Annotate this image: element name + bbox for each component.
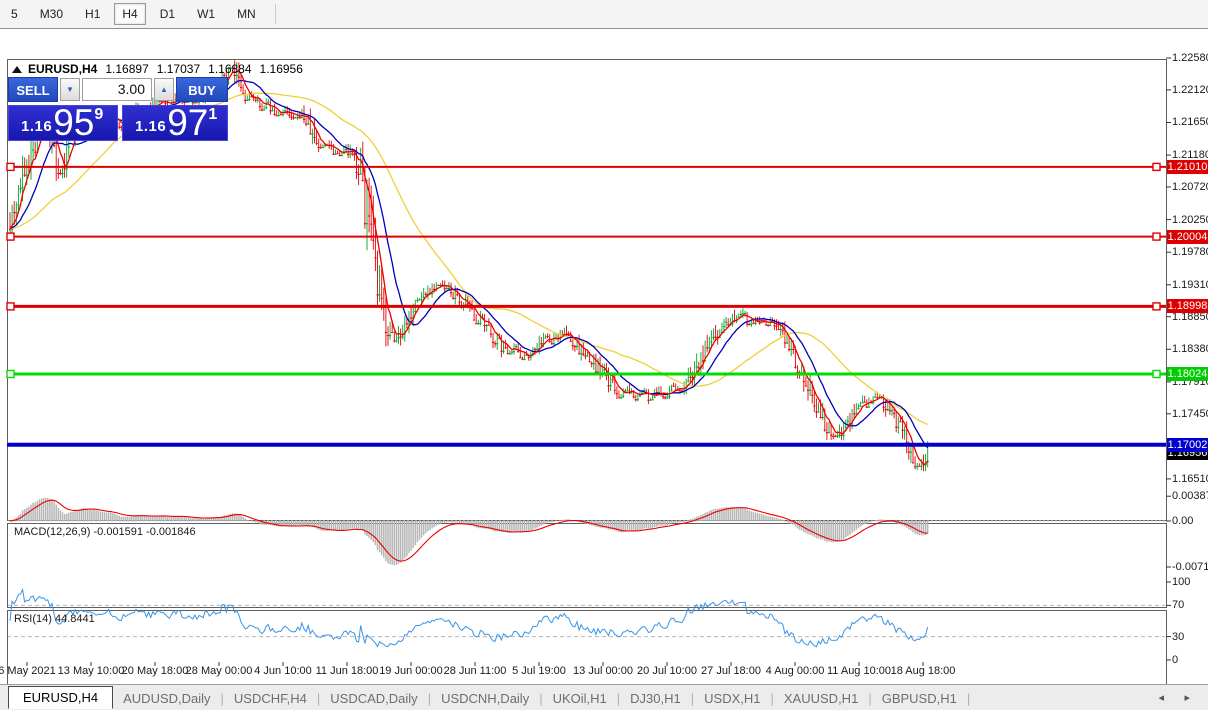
chart-tab-dj30[interactable]: DJ30,H1 <box>620 691 691 706</box>
ask-pip-digit: 1 <box>208 106 218 123</box>
time-axis-label: 5 Jul 19:00 <box>512 665 566 677</box>
time-axis-label: 27 Jul 18:00 <box>701 665 761 677</box>
chart-window[interactable]: EURUSD,H4 1.16897 1.17037 1.16884 1.1695… <box>0 28 1208 710</box>
time-axis-label: 28 Jun 11:00 <box>443 665 507 677</box>
collapse-icon[interactable] <box>12 65 22 73</box>
mt4-terminal: 5 M30 H1 H4 D1 W1 MN EURUSD,H4 1.16897 1.17037… <box>0 0 1208 710</box>
rsi-axis-tick: 30 <box>1172 631 1185 643</box>
chart-tab-bar: EURUSD,H4 AUDUSD,Daily | USDCHF,H4 | USDCAD,D… <box>0 684 1208 710</box>
bid-price-panel[interactable]: 1.16 95 9 <box>8 102 118 143</box>
time-axis-label: 11 Jun 18:00 <box>315 665 379 677</box>
hline-price-label: 1.18998 <box>1167 299 1208 313</box>
quote-high: 1.17037 <box>156 62 201 76</box>
timeframe-button-h4[interactable]: H4 <box>114 3 146 25</box>
price-axis-tick: 1.16510 <box>1172 473 1208 485</box>
chart-tab-usdx[interactable]: USDX,H1 <box>694 691 770 706</box>
chart-tab-usdchf[interactable]: USDCHF,H4 <box>224 691 317 706</box>
macd-label: MACD(12,26,9) -0.001591 -0.001846 <box>14 526 196 538</box>
price-axis-tick: 1.22120 <box>1172 84 1208 96</box>
price-axis-tick: 1.19780 <box>1172 246 1208 258</box>
time-axis-label: 4 Jun 10:00 <box>254 665 312 677</box>
rsi-axis-tick: 100 <box>1172 576 1191 588</box>
price-axis-tick: 1.21650 <box>1172 116 1208 128</box>
toolbar-separator <box>274 4 276 24</box>
volume-input[interactable]: 3.00 <box>82 78 152 101</box>
timeframe-button-m30[interactable]: M30 <box>32 3 71 25</box>
chart-symbol: EURUSD,H4 <box>28 62 98 76</box>
quote-low: 1.16884 <box>208 62 252 76</box>
macd-axis-tick: 0.003873 <box>1172 490 1208 502</box>
quote-close: 1.16956 <box>259 62 303 76</box>
timeframe-button-mn[interactable]: MN <box>229 3 264 25</box>
time-axis-label: 13 Jul 00:00 <box>573 665 633 677</box>
price-axis-tick: 1.20720 <box>1172 181 1208 193</box>
rsi-label: RSI(14) 44.8441 <box>14 613 95 625</box>
price-axis-tick: 1.17450 <box>1172 408 1208 420</box>
volume-increase-button[interactable]: ▲ <box>154 78 174 101</box>
time-axis-label: 4 Aug 00:00 <box>765 665 825 677</box>
rsi-value: 44.8441 <box>54 613 95 625</box>
quote-open: 1.16897 <box>105 62 149 76</box>
hline-price-label: 1.17002 <box>1167 438 1208 452</box>
timeframe-button-w1[interactable]: W1 <box>189 3 223 25</box>
hline-price-label: 1.18024 <box>1167 367 1208 381</box>
tab-scroll-left-icon[interactable]: ◂ <box>1158 691 1164 704</box>
price-axis-tick: 1.20250 <box>1172 214 1208 226</box>
chart-tab-ukoil[interactable]: UKOil,H1 <box>543 691 617 706</box>
time-axis-label: 6 May 2021 <box>0 665 56 677</box>
timeframe-button-d1[interactable]: D1 <box>152 3 183 25</box>
price-axis-tick: 1.18380 <box>1172 343 1208 355</box>
time-axis-label: 11 Aug 10:00 <box>826 665 892 677</box>
rsi-axis-tick: 70 <box>1172 599 1185 611</box>
tab-separator: | <box>966 690 971 706</box>
macd-value-main: -0.001591 <box>93 526 144 538</box>
chart-title: EURUSD,H4 1.16897 1.17037 1.16884 1.1695… <box>12 62 303 76</box>
buy-button[interactable]: BUY <box>176 77 228 102</box>
hline-price-label: 1.21010 <box>1167 160 1208 174</box>
time-axis-label: 28 May 00:00 <box>185 665 253 677</box>
chart-tab-eurusd[interactable]: EURUSD,H4 <box>8 686 114 709</box>
ask-big-digits: 97 <box>167 102 209 143</box>
time-axis-label: 20 Jul 10:00 <box>637 665 697 677</box>
timeframe-button-h1[interactable]: H1 <box>77 3 108 25</box>
time-axis-label: 13 May 10:00 <box>57 665 125 677</box>
macd-value-signal: -0.001846 <box>146 526 196 538</box>
timeframe-button-5[interactable]: 5 <box>3 3 26 25</box>
bid-pip-digit: 9 <box>94 106 104 123</box>
ask-prefix: 1.16 <box>135 118 167 135</box>
chart-tab-audusd[interactable]: AUDUSD,Daily <box>113 691 220 706</box>
chart-tab-xauusd[interactable]: XAUUSD,H1 <box>774 691 868 706</box>
bid-prefix: 1.16 <box>21 118 53 135</box>
chart-tab-gbpusd[interactable]: GBPUSD,H1 <box>872 691 967 706</box>
time-axis-label: 19 Jun 00:00 <box>379 665 443 677</box>
macd-axis-tick: -0.007195 <box>1172 561 1208 573</box>
one-click-trading-panel: SELL ▼ 3.00 ▲ BUY 1.16 95 9 1.16 97 1 <box>8 77 228 142</box>
timeframe-toolbar: 5 M30 H1 H4 D1 W1 MN <box>0 0 1208 29</box>
price-axis-tick: 1.19310 <box>1172 279 1208 291</box>
hline-price-label: 1.20004 <box>1167 230 1208 244</box>
volume-decrease-button[interactable]: ▼ <box>60 78 80 101</box>
ask-price-panel[interactable]: 1.16 97 1 <box>122 102 228 143</box>
time-axis-label: 20 May 18:00 <box>121 665 189 677</box>
chart-tab-usdcad[interactable]: USDCAD,Daily <box>320 691 427 706</box>
chart-tab-usdcnh[interactable]: USDCNH,Daily <box>431 691 539 706</box>
sell-button[interactable]: SELL <box>8 77 58 102</box>
bid-big-digits: 95 <box>53 102 95 143</box>
tab-scroll-right-icon[interactable]: ▸ <box>1184 691 1190 704</box>
price-axis-tick: 1.22580 <box>1172 52 1208 64</box>
rsi-panel-frame <box>7 610 1167 693</box>
macd-axis-tick: 0.00 <box>1172 515 1194 527</box>
rsi-axis-tick: 0 <box>1172 654 1179 666</box>
time-axis-label: 18 Aug 18:00 <box>890 665 956 677</box>
